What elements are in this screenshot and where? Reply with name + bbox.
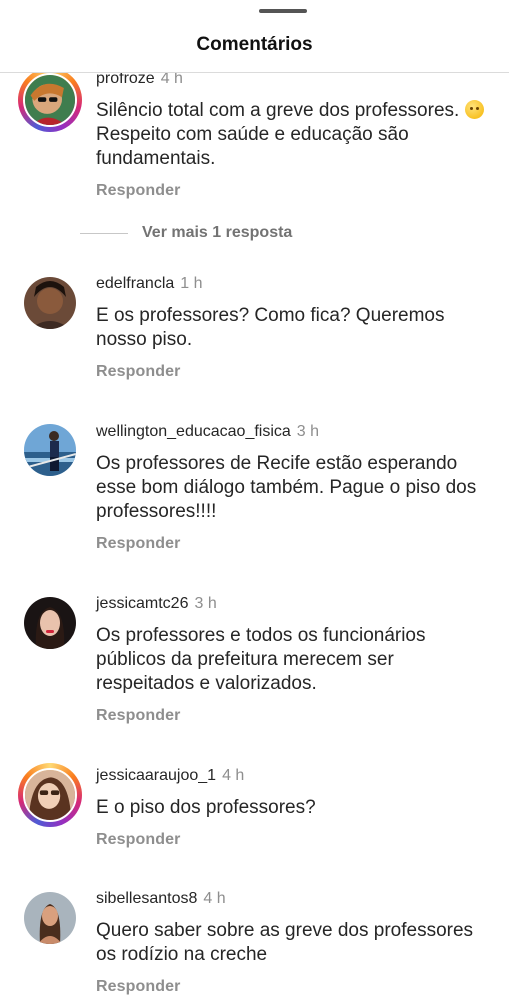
avatar[interactable] xyxy=(24,892,76,944)
comment-text-part: Silêncio total com a greve dos professor… xyxy=(96,100,460,121)
avatar[interactable] xyxy=(23,768,77,822)
comment-text-part: Respeito com saúde e educação são fundam… xyxy=(96,124,409,169)
story-ring[interactable] xyxy=(18,68,82,132)
avatar-container[interactable] xyxy=(24,597,76,649)
comment-text: Quero saber sobre as greve dos professor… xyxy=(96,920,474,965)
avatar[interactable] xyxy=(24,424,76,476)
crying-face-icon xyxy=(464,100,484,119)
timestamp: 4 h xyxy=(222,767,245,784)
view-more-replies-label: Ver mais 1 resposta xyxy=(142,224,293,241)
avatar[interactable] xyxy=(23,73,77,127)
username[interactable]: sibellesantos8 xyxy=(96,890,197,907)
reply-button[interactable]: Responder xyxy=(96,182,180,200)
comment-text: Os professores de Recife estão esperando… xyxy=(96,453,477,522)
avatar-container[interactable] xyxy=(24,892,76,944)
username[interactable]: jessicamtc26 xyxy=(96,595,188,612)
sheet-title: Comentários xyxy=(196,34,313,55)
username[interactable]: edelfrancla xyxy=(96,275,174,292)
view-more-replies[interactable]: Ver mais 1 resposta xyxy=(80,223,292,243)
comment-meta: jessicaaraujoo_1 4 h xyxy=(96,767,244,785)
avatar-container[interactable] xyxy=(24,277,76,329)
reply-button[interactable]: Responder xyxy=(96,707,180,725)
comment-meta: jessicamtc26 3 h xyxy=(96,595,217,613)
timestamp: 3 h xyxy=(296,423,320,440)
comment-text: E o piso dos professores? xyxy=(96,797,316,818)
comments-list: profroze 4 h Silêncio total com a greve d… xyxy=(0,0,509,1000)
comment-text: Silêncio total com a greve dos professor… xyxy=(96,99,496,171)
timestamp: 3 h xyxy=(194,595,217,612)
comment-meta: sibellesantos8 4 h xyxy=(96,890,226,908)
username[interactable]: jessicaaraujoo_1 xyxy=(96,767,216,784)
drag-handle[interactable] xyxy=(259,9,307,13)
username[interactable]: wellington_educacao_fisica xyxy=(96,423,291,440)
sheet-header: Comentários xyxy=(0,0,509,73)
timestamp: 4 h xyxy=(203,890,226,907)
avatar[interactable] xyxy=(24,597,76,649)
story-ring[interactable] xyxy=(18,763,82,827)
reply-button[interactable]: Responder xyxy=(96,831,180,849)
reply-button[interactable]: Responder xyxy=(96,535,180,553)
comment-meta: wellington_educacao_fisica 3 h xyxy=(96,423,319,441)
reply-button[interactable]: Responder xyxy=(96,978,180,996)
reply-button[interactable]: Responder xyxy=(96,363,180,381)
comment-text: E os professores? Como fica? Queremos no… xyxy=(96,305,445,350)
avatar-container[interactable] xyxy=(24,424,76,476)
divider xyxy=(80,232,128,234)
avatar[interactable] xyxy=(24,277,76,329)
timestamp: 1 h xyxy=(180,275,203,292)
comment-text: Os professores e todos os funcionários p… xyxy=(96,625,426,694)
comment-meta: edelfrancla 1 h xyxy=(96,275,203,293)
